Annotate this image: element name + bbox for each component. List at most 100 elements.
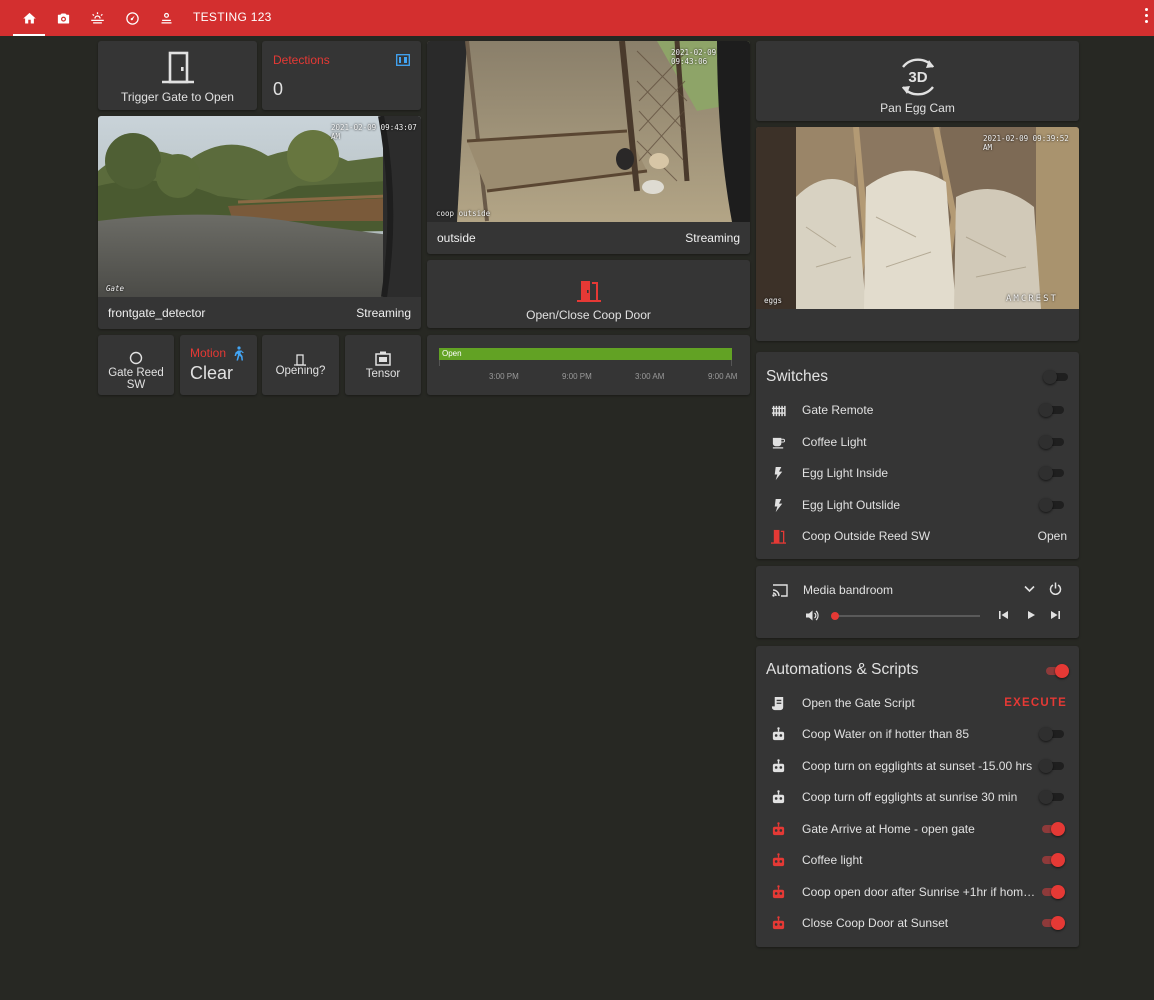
skip-previous-icon[interactable] — [998, 610, 1009, 620]
open-close-coop-door-button[interactable]: Open/Close Coop Door — [427, 260, 750, 328]
automations-header-toggle[interactable] — [1043, 664, 1069, 678]
automation-row[interactable]: Coop Water on if hotter than 85 — [766, 719, 1069, 749]
frontgate-camera-card[interactable]: 2021-02-09 09:43:07 AM Gate frontgate_de… — [98, 116, 421, 329]
motion-tile[interactable]: Motion Clear — [180, 335, 257, 395]
automation-name: Gate Arrive at Home - open gate — [802, 822, 975, 836]
egg-timestamp: 2021-02-09 09:39:52 AM — [983, 134, 1069, 152]
walk-icon — [234, 346, 244, 361]
automation-toggle[interactable] — [1039, 822, 1065, 836]
tensor-tile[interactable]: Tensor — [345, 335, 421, 395]
gate-reed-label: Gate Reed SW — [108, 367, 164, 391]
play-icon[interactable] — [1026, 610, 1036, 620]
flash-icon — [766, 493, 790, 517]
switch-row-egg-light-outside[interactable]: Egg Light Outslide — [766, 490, 1069, 520]
switches-title: Switches — [766, 368, 829, 385]
robot-icon — [766, 848, 790, 872]
history-graph-card[interactable]: Open 3:00 PM 9:00 PM 3:00 AM 9:00 AM — [427, 335, 750, 395]
frontgate-footer: frontgate_detector Streaming — [98, 297, 421, 329]
script-icon — [766, 691, 790, 715]
switch-row-egg-light-inside[interactable]: Egg Light Inside — [766, 458, 1069, 488]
power-icon[interactable] — [1049, 582, 1062, 595]
egg-light-outside-toggle[interactable] — [1039, 498, 1065, 512]
detections-title: Detections — [273, 53, 330, 67]
trigger-gate-label: Trigger Gate to Open — [121, 90, 234, 104]
automation-row[interactable]: Coop turn off egglights at sunrise 30 mi… — [766, 782, 1069, 812]
automation-toggle[interactable] — [1039, 885, 1065, 899]
egg-camera-image[interactable]: 2021-02-09 09:39:52 AM eggs AMCREST — [756, 127, 1079, 309]
switch-row-coop-outside-reed[interactable]: Coop Outside Reed SW Open — [766, 521, 1069, 551]
trigger-gate-button[interactable]: Trigger Gate to Open — [98, 41, 257, 110]
tab-presence[interactable] — [150, 0, 182, 36]
coffee-icon — [766, 430, 790, 454]
automation-row[interactable]: Coop open door after Sunrise +1hr if hom… — [766, 877, 1069, 907]
switch-name: Egg Light Outslide — [802, 498, 901, 512]
robot-icon — [766, 911, 790, 935]
chevron-down-icon[interactable] — [1024, 585, 1035, 593]
automation-row[interactable]: Gate Arrive at Home - open gate — [766, 814, 1069, 844]
frontgate-camera-image[interactable]: 2021-02-09 09:43:07 AM Gate — [98, 116, 421, 297]
gate-remote-toggle[interactable] — [1039, 403, 1065, 417]
tab-weather[interactable] — [81, 0, 113, 36]
outside-footer: outside Streaming — [427, 222, 750, 254]
switch-row-coffee-light[interactable]: Coffee Light — [766, 427, 1069, 457]
egg-light-inside-toggle[interactable] — [1039, 466, 1065, 480]
gate-reed-tile[interactable]: Gate Reed SW — [98, 335, 174, 395]
automations-title: Automations & Scripts — [766, 661, 919, 678]
account-location-icon — [161, 12, 171, 23]
automation-name: Coop turn off egglights at sunrise 30 mi… — [802, 790, 1018, 804]
switches-header-toggle[interactable] — [1043, 370, 1069, 384]
switch-name: Coffee Light — [802, 435, 867, 449]
automation-row[interactable]: Coop turn on egglights at sunset -15.00 … — [766, 751, 1069, 781]
cast-icon — [772, 584, 788, 597]
opening-label: Opening? — [275, 365, 326, 377]
egg-camera-card[interactable]: 2021-02-09 09:39:52 AM eggs AMCREST — [756, 127, 1079, 341]
switches-card: Switches Gate Remote Coffee Light Egg Li… — [756, 352, 1079, 559]
volume-slider[interactable] — [831, 612, 980, 620]
rotate-3d-text: 3D — [908, 69, 927, 86]
automation-row-open-gate-script[interactable]: Open the Gate Script EXECUTE — [766, 688, 1069, 718]
history-tick-4: 9:00 AM — [708, 372, 738, 381]
detections-card[interactable]: Detections 0 — [262, 41, 421, 110]
automation-toggle[interactable] — [1039, 853, 1065, 867]
coop-door-label: Open/Close Coop Door — [526, 308, 651, 322]
coffee-light-toggle[interactable] — [1039, 435, 1065, 449]
execute-button[interactable]: EXECUTE — [1004, 697, 1067, 709]
automation-toggle[interactable] — [1039, 727, 1065, 741]
door-icon — [161, 51, 194, 84]
tab-energy[interactable] — [116, 0, 148, 36]
robot-icon — [766, 785, 790, 809]
detections-value: 0 — [273, 79, 284, 99]
dashboard-title: TESTING 123 — [193, 10, 272, 24]
robot-icon — [766, 880, 790, 904]
automation-toggle[interactable] — [1039, 759, 1065, 773]
outside-camera-name: outside — [437, 231, 476, 245]
skip-next-icon[interactable] — [1050, 610, 1061, 620]
image-filter-icon — [375, 351, 391, 366]
automation-row[interactable]: Close Coop Door at Sunset — [766, 908, 1069, 938]
robot-icon — [766, 754, 790, 778]
history-state-bar[interactable]: Open — [439, 348, 732, 360]
coop-reed-state: Open — [1037, 529, 1067, 543]
opening-tile[interactable]: Opening? — [262, 335, 339, 395]
home-icon — [22, 12, 36, 23]
overflow-menu-icon[interactable] — [1145, 8, 1149, 26]
automations-card: Automations & Scripts Open the Gate Scri… — [756, 646, 1079, 947]
pan-egg-cam-label: Pan Egg Cam — [880, 101, 955, 115]
volume-high-icon[interactable] — [805, 609, 819, 622]
tab-home[interactable] — [13, 0, 45, 36]
outside-camera-card[interactable]: 2021-02-09 09:43:06 coop outside outside… — [427, 41, 750, 254]
frontgate-camera-state: Streaming — [356, 306, 411, 320]
switch-name: Gate Remote — [802, 403, 874, 417]
outside-timestamp: 2021-02-09 09:43:06 — [671, 48, 717, 66]
automation-row[interactable]: Coffee light — [766, 845, 1069, 875]
tab-cameras[interactable] — [47, 0, 79, 36]
robot-icon — [766, 817, 790, 841]
switch-row-gate-remote[interactable]: Gate Remote — [766, 395, 1069, 425]
automation-toggle[interactable] — [1039, 916, 1065, 930]
volume-slider-thumb[interactable] — [831, 612, 839, 620]
automation-name: Coop Water on if hotter than 85 — [802, 727, 969, 741]
outside-camera-image[interactable]: 2021-02-09 09:43:06 coop outside — [427, 41, 750, 222]
egg-brand: AMCREST — [1006, 294, 1058, 304]
pan-egg-cam-button[interactable]: 3D Pan Egg Cam — [756, 41, 1079, 121]
automation-toggle[interactable] — [1039, 790, 1065, 804]
